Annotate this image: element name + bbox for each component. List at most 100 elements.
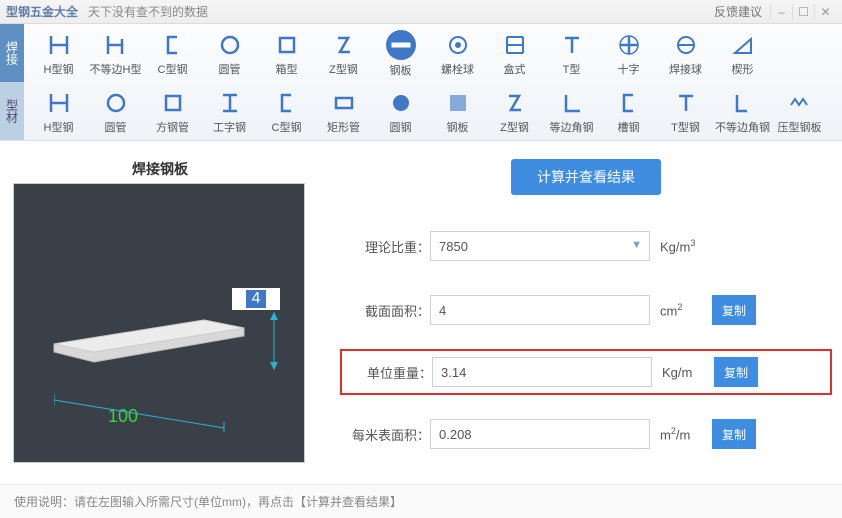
tool-luoshuan[interactable]: 螺栓球 — [430, 28, 485, 80]
dim-line-length — [54, 392, 244, 432]
calculate-button[interactable]: 计算并查看结果 — [511, 159, 661, 195]
close-icon[interactable]: ✕ — [814, 4, 836, 20]
tool-label: 楔形 — [732, 61, 754, 77]
xiexing-icon — [729, 31, 757, 59]
tool-row-weld: H型钢不等边H型 C型钢 圆管 箱型 Z型钢 钢板 螺栓球盒式 T型 十字 焊接球 楔形 — [24, 24, 842, 82]
tool-gongzi[interactable]: 工字钢 — [202, 86, 257, 138]
copy-unit-weight-button[interactable]: 复制 — [714, 357, 758, 387]
tool-budengh[interactable]: 不等边H型 — [88, 28, 143, 80]
budengh-icon — [102, 31, 130, 59]
tool-label: 方钢管 — [156, 119, 189, 135]
tool-label: H型钢 — [44, 61, 74, 77]
tool-hanjieqiu[interactable]: 焊接球 — [658, 28, 713, 80]
tool-fangguan[interactable]: 方钢管 — [145, 86, 200, 138]
hxing-icon — [45, 31, 73, 59]
copy-area-button[interactable]: 复制 — [712, 295, 756, 325]
tool-zxing[interactable]: Z型钢 — [316, 28, 371, 80]
budengbian-icon — [729, 89, 757, 117]
unit-area: cm2 — [650, 302, 706, 318]
tool-cxing[interactable]: C型钢 — [145, 28, 200, 80]
side-tab-weld[interactable]: 焊接 — [0, 24, 24, 82]
zxing-icon — [330, 31, 358, 59]
tool-label: 钢板 — [447, 119, 469, 135]
tool-txing2[interactable]: T型钢 — [658, 86, 713, 138]
tool-label: 等边角钢 — [550, 119, 594, 135]
input-density[interactable] — [430, 231, 650, 261]
luoshuan-icon — [444, 31, 472, 59]
yuangang-icon — [387, 89, 415, 117]
tool-cxing2[interactable]: C型钢 — [259, 86, 314, 138]
tool-budengbian[interactable]: 不等边角钢 — [715, 86, 770, 138]
tool-label: 圆管 — [219, 61, 241, 77]
xiangxing-icon — [273, 31, 301, 59]
app-slogan: 天下没有查不到的数据 — [88, 3, 208, 20]
tool-yuanguan[interactable]: 圆管 — [202, 28, 257, 80]
txing-icon — [558, 31, 586, 59]
tool-txing[interactable]: T型 — [544, 28, 599, 80]
side-tab-profile[interactable]: 型材 — [0, 82, 24, 140]
caoshi-icon — [615, 89, 643, 117]
tool-label: 压型钢板 — [778, 119, 822, 135]
tool-dengbian[interactable]: 等边角钢 — [544, 86, 599, 138]
tool-gangban[interactable]: 钢板 — [373, 28, 428, 80]
tool-label: 焊接球 — [669, 61, 702, 77]
tool-label: Z型钢 — [329, 61, 358, 77]
tool-gangban2[interactable]: 钢板 — [430, 86, 485, 138]
minimize-icon[interactable]: – — [770, 4, 792, 20]
label-unit-weight: 单位重量： — [346, 363, 432, 382]
unit-unit-weight: Kg/m — [652, 365, 708, 380]
tool-yaxing[interactable]: 压型钢板 — [772, 86, 827, 138]
tool-zxing2[interactable]: Z型钢 — [487, 86, 542, 138]
dropdown-arrow-icon[interactable]: ▼ — [631, 239, 642, 251]
tool-shizi[interactable]: 十字 — [601, 28, 656, 80]
footer-hint: 使用说明：请在左图输入所需尺寸(单位mm)，再点击【计算并查看结果】 — [0, 484, 842, 518]
tool-label: C型钢 — [158, 61, 188, 77]
cxing-icon — [159, 31, 187, 59]
maximize-icon[interactable]: ☐ — [792, 4, 814, 20]
feedback-link[interactable]: 反馈建议 — [714, 3, 762, 20]
tool-label: T型 — [563, 61, 581, 77]
input-surface[interactable] — [430, 419, 650, 449]
plate-shape — [44, 314, 254, 384]
copy-surface-button[interactable]: 复制 — [712, 419, 756, 449]
tool-yuangang[interactable]: 圆钢 — [373, 86, 428, 138]
right-panel: 计算并查看结果 理论比重： ▼ Kg/m3 截面面积： cm2 复制 单位重量：… — [310, 159, 832, 489]
row-area: 截面面积： cm2 复制 — [340, 289, 832, 331]
diagram: 4 100 — [13, 183, 305, 463]
tool-label: 十字 — [618, 61, 640, 77]
tool-caoshi[interactable]: 槽钢 — [601, 86, 656, 138]
hxing2-icon — [45, 89, 73, 117]
gangban-icon — [386, 30, 416, 60]
fangguan-icon — [159, 89, 187, 117]
tool-hxing2[interactable]: H型钢 — [31, 86, 86, 138]
txing2-icon — [672, 89, 700, 117]
heshi-icon — [501, 31, 529, 59]
tool-label: 槽钢 — [618, 119, 640, 135]
tool-label: 矩形管 — [327, 119, 360, 135]
row-unit-weight: 单位重量： Kg/m 复制 — [340, 349, 832, 395]
tool-row-profile: H型钢圆管方钢管工字钢 C型钢 矩形管圆钢钢板 Z型钢等边角钢 槽钢 T型钢不等边角钢压型… — [24, 82, 842, 140]
toolbar: 焊接 型材 H型钢不等边H型C型钢圆管箱型Z型钢钢板螺栓球盒式T型十字焊接球楔形… — [0, 24, 842, 141]
tool-yuanguan2[interactable]: 圆管 — [88, 86, 143, 138]
tool-xiexing[interactable]: 楔形 — [715, 28, 770, 80]
tool-label: C型钢 — [272, 119, 302, 135]
tool-label: 不等边角钢 — [715, 119, 770, 135]
yuanguan2-icon — [102, 89, 130, 117]
row-density: 理论比重： ▼ Kg/m3 — [340, 225, 832, 267]
juxing-icon — [330, 89, 358, 117]
tool-label: T型钢 — [671, 119, 700, 135]
tool-heshi[interactable]: 盒式 — [487, 28, 542, 80]
gongzi-icon — [216, 89, 244, 117]
tool-xiangxing[interactable]: 箱型 — [259, 28, 314, 80]
zxing2-icon — [501, 89, 529, 117]
tool-label: 钢板 — [390, 62, 412, 78]
input-unit-weight[interactable] — [432, 357, 652, 387]
tool-label: 盒式 — [504, 61, 526, 77]
input-area[interactable] — [430, 295, 650, 325]
tool-hxing[interactable]: H型钢 — [31, 28, 86, 80]
tool-label: 不等边H型 — [90, 61, 142, 77]
dim-thickness-input[interactable]: 4 — [232, 288, 280, 310]
cxing2-icon — [273, 89, 301, 117]
dengbian-icon — [558, 89, 586, 117]
tool-juxing[interactable]: 矩形管 — [316, 86, 371, 138]
